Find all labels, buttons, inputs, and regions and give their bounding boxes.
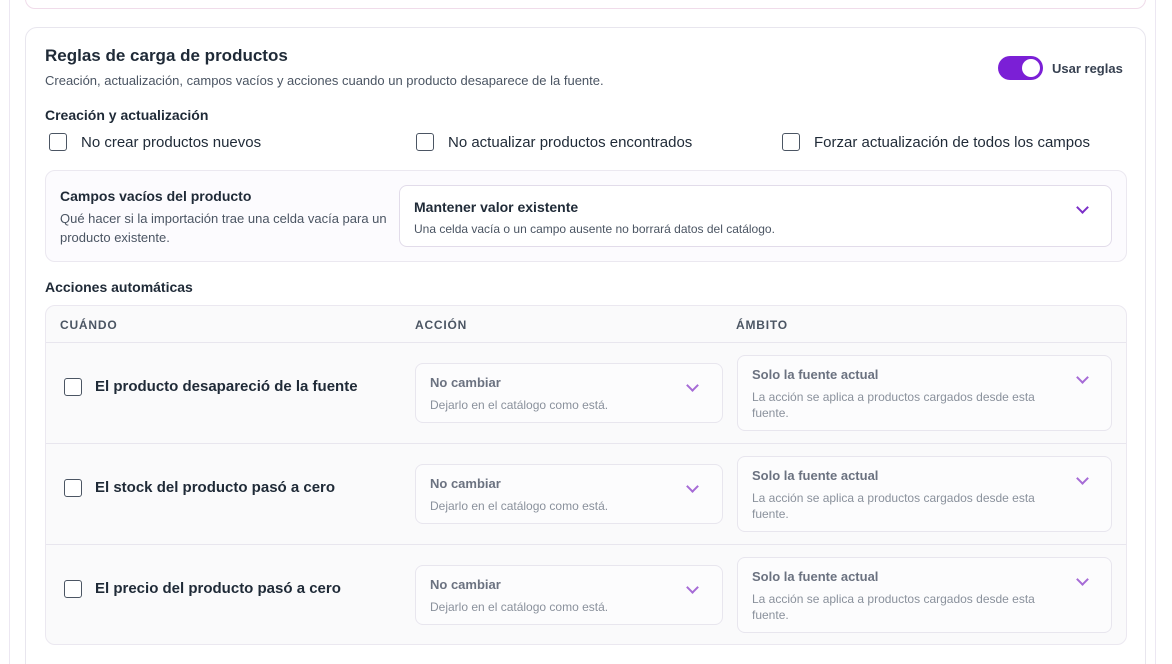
option-label: No actualizar productos encontrados xyxy=(448,133,693,151)
row-checkbox[interactable] xyxy=(64,479,82,497)
column-header-when: CUÁNDO xyxy=(60,318,118,332)
section-subtitle: Creación, actualización, campos vacíos y… xyxy=(45,73,604,88)
chevron-down-icon xyxy=(686,581,699,594)
use-rules-label: Usar reglas xyxy=(1052,61,1123,76)
scope-select[interactable]: Solo la fuente actual La acción se aplic… xyxy=(737,456,1112,532)
scope-value: Solo la fuente actual xyxy=(752,367,879,382)
previous-card xyxy=(25,0,1146,9)
action-select[interactable]: No cambiar Dejarlo en el catálogo como e… xyxy=(415,363,723,423)
checkbox[interactable] xyxy=(416,133,434,151)
checkbox[interactable] xyxy=(782,133,800,151)
creation-heading: Creación y actualización xyxy=(45,107,209,123)
table-row: El producto desapareció de la fuente No … xyxy=(46,342,1126,443)
chevron-down-icon xyxy=(1076,371,1089,384)
row-checkbox[interactable] xyxy=(64,378,82,396)
empty-fields-description: Qué hacer si la importación trae una cel… xyxy=(60,211,387,245)
select-value: Mantener valor existente xyxy=(414,199,579,215)
row-checkbox[interactable] xyxy=(64,580,82,598)
action-select[interactable]: No cambiar Dejarlo en el catálogo como e… xyxy=(415,464,723,524)
action-select[interactable]: No cambiar Dejarlo en el catálogo como e… xyxy=(415,565,723,625)
option-no-update[interactable]: No actualizar productos encontrados xyxy=(416,133,692,151)
toggle-knob xyxy=(1022,59,1040,77)
action-value: No cambiar xyxy=(430,476,501,491)
table-row: El precio del producto pasó a cero No ca… xyxy=(46,544,1126,644)
section-title: Reglas de carga de productos xyxy=(45,46,288,65)
chevron-down-icon xyxy=(686,480,699,493)
action-hint: Dejarlo en el catálogo como está. xyxy=(430,600,609,614)
empty-fields-title: Campos vacíos del producto xyxy=(60,188,252,204)
scope-hint: La acción se aplica a productos cargados… xyxy=(752,491,1035,521)
auto-actions-table: CUÁNDO ACCIÓN ÁMBITO El producto desapar… xyxy=(45,305,1127,645)
row-condition: El precio del producto pasó a cero xyxy=(95,580,341,597)
scope-value: Solo la fuente actual xyxy=(752,569,879,584)
scope-value: Solo la fuente actual xyxy=(752,468,879,483)
action-hint: Dejarlo en el catálogo como está. xyxy=(430,398,609,412)
chevron-down-icon xyxy=(686,379,699,392)
scope-select[interactable]: Solo la fuente actual La acción se aplic… xyxy=(737,355,1112,431)
option-force-update[interactable]: Forzar actualización de todos los campos xyxy=(782,133,1090,151)
empty-fields-select[interactable]: Mantener valor existente Una celda vacía… xyxy=(399,185,1112,247)
action-hint: Dejarlo en el catálogo como está. xyxy=(430,499,609,513)
chevron-down-icon xyxy=(1076,472,1089,485)
option-label: Forzar actualización de todos los campos xyxy=(814,133,1090,151)
option-no-create[interactable]: No crear productos nuevos xyxy=(49,133,261,151)
row-condition: El producto desapareció de la fuente xyxy=(95,378,358,395)
scope-select[interactable]: Solo la fuente actual La acción se aplic… xyxy=(737,557,1112,633)
table-row: El stock del producto pasó a cero No cam… xyxy=(46,443,1126,544)
column-header-scope: ÁMBITO xyxy=(736,318,788,332)
action-value: No cambiar xyxy=(430,577,501,592)
option-label: No crear productos nuevos xyxy=(81,133,262,151)
auto-actions-heading: Acciones automáticas xyxy=(45,279,193,295)
chevron-down-icon xyxy=(1076,201,1089,214)
action-value: No cambiar xyxy=(430,375,501,390)
use-rules-toggle[interactable] xyxy=(998,56,1043,80)
column-header-action: ACCIÓN xyxy=(415,318,468,332)
scope-hint: La acción se aplica a productos cargados… xyxy=(752,592,1035,622)
row-condition: El stock del producto pasó a cero xyxy=(95,479,336,496)
select-hint: Una celda vacía o un campo ausente no bo… xyxy=(414,222,775,236)
scope-hint: La acción se aplica a productos cargados… xyxy=(752,390,1035,420)
checkbox[interactable] xyxy=(49,133,67,151)
chevron-down-icon xyxy=(1076,573,1089,586)
